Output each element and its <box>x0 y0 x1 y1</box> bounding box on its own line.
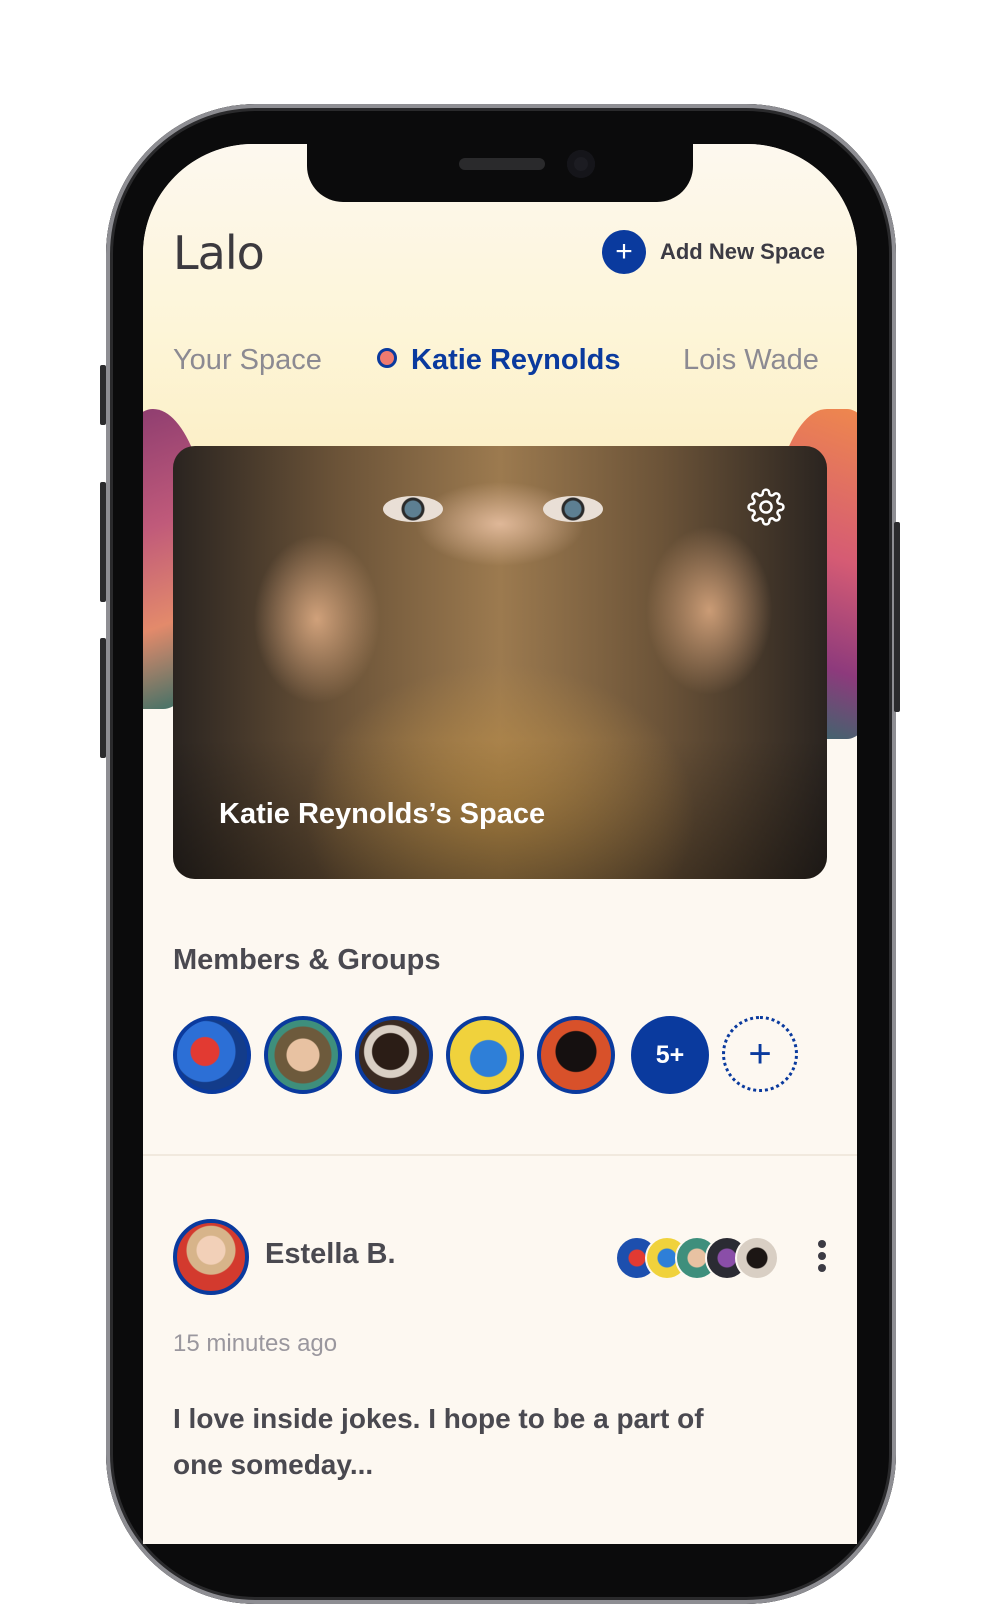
tab-katie-reynolds-label: Katie Reynolds <box>411 344 621 376</box>
plus-icon: + <box>748 1032 772 1076</box>
add-new-space-label: Add New Space <box>659 239 825 264</box>
seen-by-avatars[interactable] <box>615 1236 785 1280</box>
cover-photo-eye <box>383 496 443 522</box>
member-avatar[interactable] <box>264 1016 342 1094</box>
members-row: 5+ + <box>173 1016 813 1094</box>
app-logo: Lalo <box>173 226 265 280</box>
side-button-volume-down <box>100 638 106 758</box>
gear-icon[interactable] <box>747 488 785 526</box>
seen-avatar <box>735 1236 779 1280</box>
front-camera <box>567 150 595 178</box>
section-divider <box>143 1154 857 1156</box>
more-members-badge[interactable]: 5+ <box>631 1016 709 1094</box>
active-dot-icon <box>377 348 397 369</box>
add-new-space-button[interactable]: + Add New Space <box>601 230 825 274</box>
add-member-button[interactable]: + <box>722 1016 798 1092</box>
member-avatar[interactable] <box>446 1016 524 1094</box>
side-button-volume-up <box>100 482 106 602</box>
space-title: Katie Reynolds’s Space <box>219 798 546 830</box>
cover-photo-face <box>373 496 623 536</box>
member-avatar[interactable] <box>537 1016 615 1094</box>
post-timestamp: 15 minutes ago <box>173 1330 338 1357</box>
space-cover-card[interactable]: Katie Reynolds’s Space <box>173 446 827 879</box>
more-vertical-icon[interactable] <box>817 1240 827 1274</box>
tab-your-space[interactable]: Your Space <box>173 344 322 377</box>
phone-notch <box>307 144 693 202</box>
speaker-grille <box>459 158 545 170</box>
plus-icon: + <box>601 230 646 274</box>
cover-photo-eye <box>543 496 603 522</box>
tab-lois-wade[interactable]: Lois Wade <box>683 344 819 377</box>
post-author-name[interactable]: Estella B. <box>265 1238 396 1271</box>
app-screen: Lalo + Add New Space Your Space Katie Re… <box>143 144 857 1544</box>
members-groups-heading: Members & Groups <box>173 944 441 976</box>
tab-katie-reynolds[interactable]: Katie Reynolds <box>377 344 621 377</box>
post-author-avatar[interactable] <box>173 1219 249 1295</box>
post-body: I love inside jokes. I hope to be a part… <box>173 1403 704 1480</box>
member-avatar[interactable] <box>355 1016 433 1094</box>
side-button-power <box>894 522 900 712</box>
space-tabs: Your Space Katie Reynolds Lois Wade <box>173 344 833 388</box>
member-avatar[interactable] <box>173 1016 251 1094</box>
side-button-mute <box>100 365 106 425</box>
